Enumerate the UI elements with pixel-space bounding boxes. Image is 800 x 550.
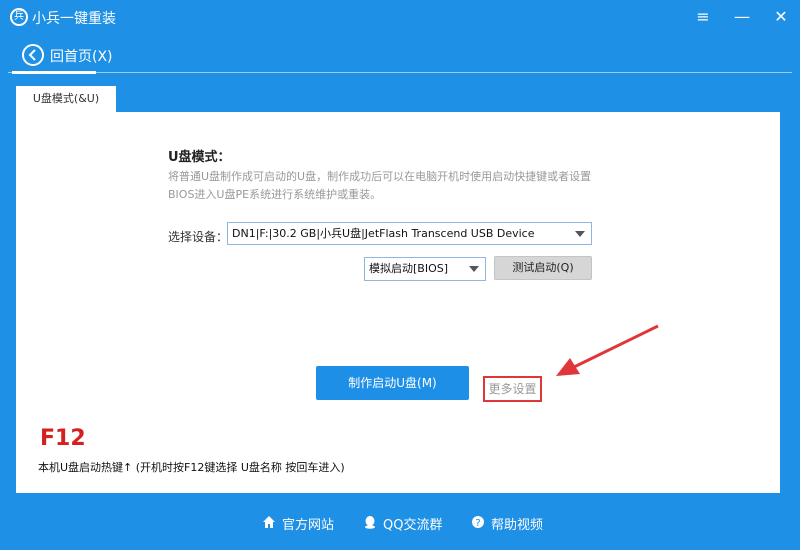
top-nav: 回首页(X) [0,36,800,74]
app-title: 小兵一键重装 [32,11,116,27]
svg-text:?: ? [475,518,480,529]
chevron-down-icon [575,231,585,237]
annotation-arrow-icon [556,324,659,376]
device-select[interactable]: DN1|F:|30.2 GB|小兵U盘|JetFlash Transcend U… [227,222,592,245]
official-site-label: 官方网站 [282,518,335,533]
home-link[interactable]: 回首页(X) [50,46,113,66]
help-video-label: 帮助视频 [491,518,544,533]
official-site-link[interactable]: 官方网站 [263,514,335,533]
boot-mode-value: 模拟启动[BIOS] [369,262,449,275]
more-settings-link[interactable]: 更多设置 [483,376,542,402]
chevron-down-icon [469,266,479,272]
back-icon[interactable] [22,44,44,66]
close-button[interactable]: ✕ [770,6,792,28]
qq-group-label: QQ交流群 [383,518,443,533]
nav-divider [8,72,792,73]
menu-button[interactable]: ≡ [692,6,714,28]
app-logo-icon: 兵 [10,8,28,26]
qq-icon [365,516,375,529]
help-icon: ? [472,516,484,529]
boot-mode-select[interactable]: 模拟启动[BIOS] [364,257,486,281]
mode-description: 将普通U盘制作成可启动的U盘，制作成功后可以在电脑开机时使用启动快捷键或者设置B… [168,170,592,201]
minimize-button[interactable]: — [731,6,753,28]
tab-usb-mode[interactable]: U盘模式(&U) [16,86,116,112]
hotkey-value: F12 [40,426,86,451]
device-label: 选择设备： [168,230,229,244]
help-video-link[interactable]: ? 帮助视频 [472,514,544,533]
qq-group-link[interactable]: QQ交流群 [365,514,443,533]
make-bootable-usb-button[interactable]: 制作启动U盘(M) [316,366,469,400]
title-bar: 兵 小兵一键重装 ≡ — ✕ [0,0,800,36]
main-panel: U盘模式： 将普通U盘制作成可启动的U盘，制作成功后可以在电脑开机时使用启动快捷… [16,112,780,493]
device-select-value: DN1|F:|30.2 GB|小兵U盘|JetFlash Transcend U… [232,227,535,240]
home-icon [263,516,275,528]
footer: 官方网站 QQ交流群 ? 帮助视频 [0,510,800,536]
hotkey-description: 本机U盘启动热键↑ (开机时按F12键选择 U盘名称 按回车进入) [38,461,345,474]
section-title: U盘模式： [168,150,231,165]
test-boot-button[interactable]: 测试启动(Q) [494,256,592,280]
